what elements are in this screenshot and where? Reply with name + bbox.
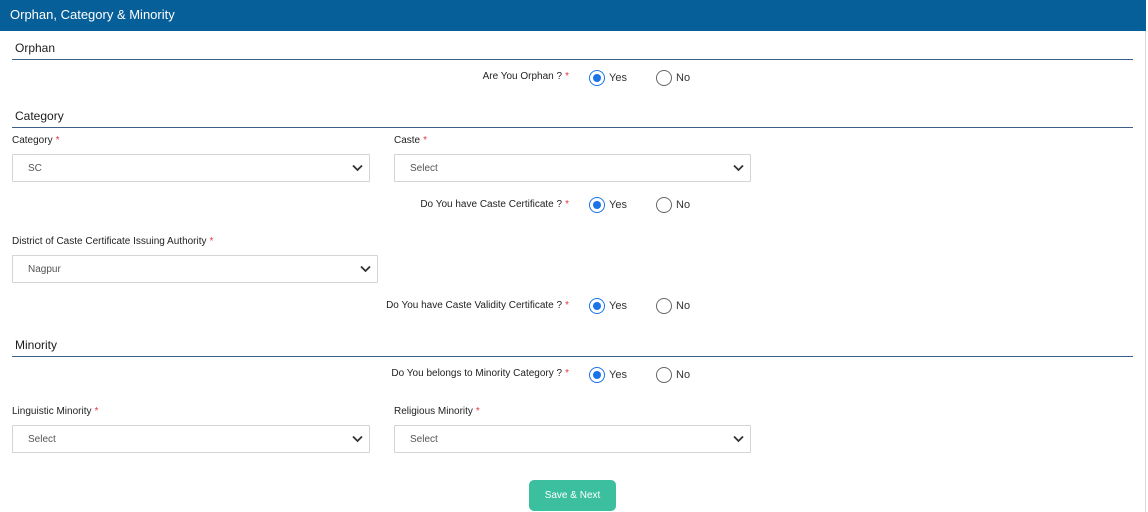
panel-title: Orphan, Category & Minority — [10, 7, 175, 22]
section-divider — [12, 127, 1133, 128]
caste-select-value: Select — [410, 163, 438, 174]
radio-label-yes: Yes — [609, 369, 627, 381]
validity-question: Do You have Caste Validity Certificate ?… — [386, 300, 569, 311]
religious-minority-select-value: Select — [410, 434, 438, 445]
section-divider — [12, 59, 1133, 60]
radio-label-yes: Yes — [609, 300, 627, 312]
section-title-orphan: Orphan — [15, 41, 56, 55]
required-marker: * — [565, 71, 569, 82]
radio-unchecked-icon[interactable] — [656, 367, 672, 383]
radio-unchecked-icon[interactable] — [656, 298, 672, 314]
form-panel: Orphan, Category & Minority Orphan Are Y… — [0, 0, 1146, 512]
chevron-down-icon — [360, 265, 371, 273]
caste-certificate-yes-radio[interactable]: Yes — [589, 197, 627, 213]
radio-label-no: No — [676, 199, 691, 211]
district-select-value: Nagpur — [28, 264, 61, 275]
linguistic-minority-label: Linguistic Minority * — [12, 406, 98, 417]
caste-label-text: Caste — [394, 135, 421, 146]
chevron-down-icon — [352, 435, 363, 443]
radio-label-yes: Yes — [609, 72, 627, 84]
chevron-down-icon — [352, 164, 363, 172]
district-select[interactable]: Nagpur — [12, 255, 378, 283]
district-label: District of Caste Certificate Issuing Au… — [12, 236, 213, 247]
validity-no-radio[interactable]: No — [656, 298, 690, 314]
radio-checked-icon[interactable] — [589, 298, 605, 314]
category-label: Category * — [12, 135, 59, 146]
required-marker: * — [94, 406, 99, 417]
radio-label-no: No — [676, 72, 691, 84]
linguistic-minority-select-value: Select — [28, 434, 56, 445]
required-marker: * — [209, 236, 214, 247]
chevron-down-icon — [733, 164, 744, 172]
save-next-button[interactable]: Save & Next — [529, 480, 616, 511]
required-marker: * — [565, 199, 569, 210]
linguistic-minority-select[interactable]: Select — [12, 425, 370, 453]
caste-certificate-question: Do You have Caste Certificate ? * — [420, 199, 569, 210]
minority-question-text: Do You belongs to Minority Category ? — [391, 368, 563, 379]
radio-label-no: No — [676, 369, 691, 381]
radio-checked-icon[interactable] — [589, 70, 605, 86]
orphan-no-radio[interactable]: No — [656, 70, 690, 86]
radio-label-yes: Yes — [609, 199, 627, 211]
category-label-text: Category — [12, 135, 53, 146]
panel-header: Orphan, Category & Minority — [0, 0, 1146, 31]
caste-select[interactable]: Select — [394, 154, 751, 182]
required-marker: * — [475, 406, 480, 417]
required-marker: * — [565, 300, 569, 311]
required-marker: * — [423, 135, 428, 146]
required-marker: * — [565, 368, 569, 379]
caste-certificate-question-text: Do You have Caste Certificate ? — [420, 199, 563, 210]
category-select[interactable]: SC — [12, 154, 370, 182]
radio-label-no: No — [676, 300, 691, 312]
district-label-text: District of Caste Certificate Issuing Au… — [12, 236, 207, 247]
section-title-category: Category — [15, 109, 64, 123]
orphan-yes-radio[interactable]: Yes — [589, 70, 627, 86]
category-select-value: SC — [28, 163, 42, 174]
radio-checked-icon[interactable] — [589, 197, 605, 213]
minority-yes-radio[interactable]: Yes — [589, 367, 627, 383]
validity-question-text: Do You have Caste Validity Certificate ? — [386, 300, 563, 311]
minority-question: Do You belongs to Minority Category ? * — [391, 368, 569, 379]
caste-certificate-no-radio[interactable]: No — [656, 197, 690, 213]
religious-minority-label: Religious Minority * — [394, 406, 480, 417]
minority-no-radio[interactable]: No — [656, 367, 690, 383]
orphan-question: Are You Orphan ? * — [483, 71, 569, 82]
validity-yes-radio[interactable]: Yes — [589, 298, 627, 314]
section-title-minority: Minority — [15, 338, 58, 352]
orphan-question-text: Are You Orphan ? — [482, 71, 563, 82]
linguistic-minority-label-text: Linguistic Minority — [12, 406, 92, 417]
radio-checked-icon[interactable] — [589, 367, 605, 383]
radio-unchecked-icon[interactable] — [656, 197, 672, 213]
religious-minority-select[interactable]: Select — [394, 425, 751, 453]
required-marker: * — [55, 135, 60, 146]
section-divider — [12, 356, 1133, 357]
chevron-down-icon — [733, 435, 744, 443]
caste-label: Caste * — [394, 135, 427, 146]
religious-minority-label-text: Religious Minority — [394, 406, 473, 417]
radio-unchecked-icon[interactable] — [656, 70, 672, 86]
